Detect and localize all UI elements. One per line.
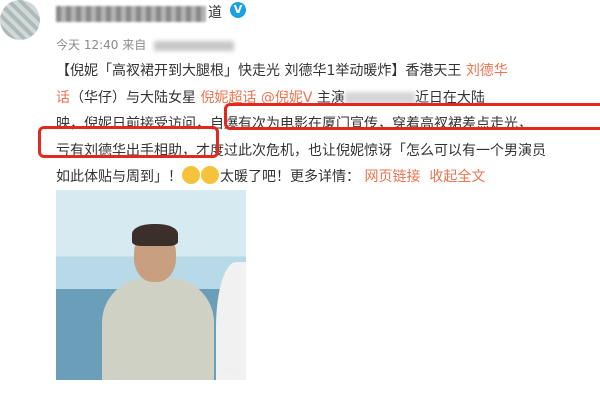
source-redacted <box>154 40 235 51</box>
post-meta: 今天 12:40 来自 <box>56 36 235 53</box>
post-line-5: 如此体贴与周到」！ 太暖了吧！更多详情： 网页链接 收起全文 <box>56 164 600 191</box>
topic-link-liudehua[interactable]: 刘德华 <box>466 63 508 79</box>
emoji-icon <box>201 166 219 184</box>
topic-link-liudehua-cont[interactable]: 话 <box>56 90 70 106</box>
web-link[interactable]: 网页链接 <box>364 169 420 185</box>
post-time-source: 今天 12:40 来自 <box>56 38 147 52</box>
post-text: 才度过此次危机，也让倪妮惊讶「怎么可以有一个男演员 <box>196 142 546 159</box>
highlight-box-1 <box>224 103 600 130</box>
post-text: 【倪妮「高衩裙开到大腿根」快走光 刘德华1举动暖炸】香港天王 <box>56 63 466 79</box>
author-name-suffix[interactable]: 道 <box>208 2 222 22</box>
person-hair <box>132 224 178 246</box>
post-text: 如此体贴与周到」！ <box>56 169 182 185</box>
person-body <box>102 278 214 380</box>
author-avatar[interactable] <box>0 0 40 40</box>
highlight-box-2 <box>38 126 219 158</box>
author-name-redacted[interactable] <box>56 6 206 22</box>
post-text: 太暖了吧！更多详情： <box>220 169 360 185</box>
side-person <box>216 262 246 380</box>
post-line-1: 【倪妮「高衩裙开到大腿根」快走光 刘德华1举动暖炸】香港天王 刘德华 <box>56 58 600 85</box>
photo-watermark: 新浪 <box>222 366 238 375</box>
emoji-icon <box>182 166 200 184</box>
post-text: （华仔）与大陆女星 <box>70 89 201 106</box>
post-photo[interactable]: 新浪 <box>56 190 246 380</box>
verified-badge-icon: V <box>230 2 246 18</box>
collapse-text-link[interactable]: 收起全文 <box>429 169 485 185</box>
redacted-text <box>344 91 415 104</box>
